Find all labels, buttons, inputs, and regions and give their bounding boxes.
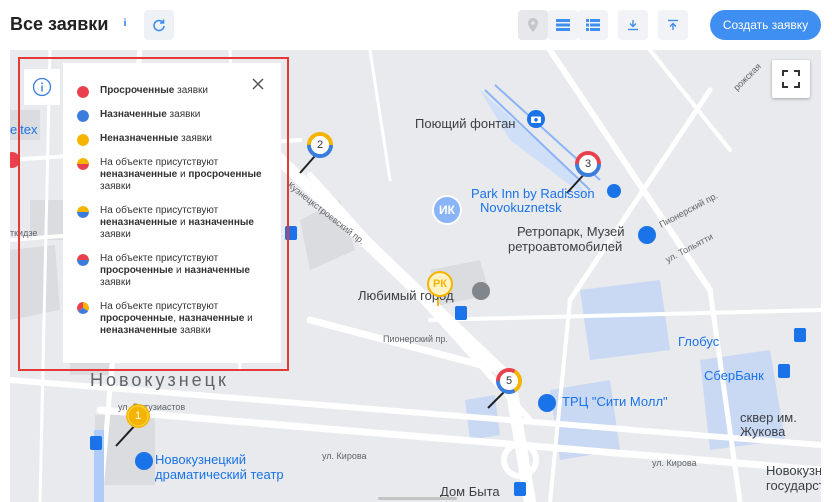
camera-icon[interactable]: [527, 110, 545, 128]
marker-3[interactable]: 3: [575, 151, 601, 177]
legend-info-button[interactable]: [24, 69, 60, 105]
marker-1-count: 1: [134, 410, 142, 422]
map-label-pioneer: Пионерский пр.: [383, 334, 448, 344]
detail-list-icon: [586, 19, 600, 31]
upload-button[interactable]: [658, 10, 688, 40]
legend-highlight: Просроченные заявки Назначенные заявки Н…: [18, 57, 289, 371]
map-view-button[interactable]: [518, 10, 548, 40]
map-label-square-2: Жукова: [740, 424, 786, 439]
horizontal-scrollbar[interactable]: [378, 497, 457, 500]
place-icon[interactable]: [472, 282, 490, 300]
map-label-hotel: Park Inn by Radisson: [471, 186, 595, 201]
list-view-button[interactable]: [548, 10, 578, 40]
map-label-hotel-2: Novokuznetsk: [480, 200, 562, 215]
map-label-retro: Ретропарк, Музей: [517, 224, 625, 239]
detail-list-button[interactable]: [578, 10, 608, 40]
bank-icon[interactable]: [778, 364, 790, 378]
create-request-button[interactable]: Создать заявку: [710, 10, 821, 40]
list-view-icon: [556, 19, 570, 31]
map-label-theatre-2: драматический театр: [155, 467, 284, 482]
theatre-icon[interactable]: [135, 452, 153, 470]
info-icon[interactable]: i: [118, 17, 132, 31]
legend-item-unassigned-overdue: На объекте присутствуют неназначенные и …: [77, 157, 270, 193]
refresh-icon: [153, 19, 165, 32]
pin-view-icon: [528, 18, 538, 32]
legend-text: На объекте присутствуют просроченные, на…: [100, 301, 253, 336]
marker-1[interactable]: 1: [125, 403, 151, 429]
fullscreen-icon: [782, 70, 800, 88]
overdue-dot-icon: [77, 86, 89, 98]
map-label-kirova: ул. Кирова: [322, 451, 367, 461]
map[interactable]: Поющий фонтан Park Inn by Radisson Novok…: [10, 50, 821, 502]
map-label-trc: ТРЦ "Сити Молл": [562, 394, 668, 409]
map-label-kirova-2: ул. Кирова: [652, 458, 697, 468]
map-label-fountain: Поющий фонтан: [415, 116, 516, 131]
map-label-city: Новокузнецк: [90, 370, 229, 390]
map-label-square: сквер им.: [740, 410, 797, 425]
download-icon: [628, 20, 638, 31]
shop-icon-dom-byta[interactable]: [514, 482, 526, 496]
legend-item-overdue: Просроченные заявки: [77, 85, 270, 98]
map-label-novokuz-right: Новокузнец: [766, 463, 821, 478]
legend-text: Назначенные заявки: [100, 109, 201, 120]
shop-icon[interactable]: [455, 306, 467, 320]
legend-text: На объекте присутствуют неназначенные и …: [100, 157, 262, 192]
assigned-dot-icon: [77, 110, 89, 122]
unassigned-dot-icon: [77, 134, 89, 146]
legend-item-assigned: Назначенные заявки: [77, 109, 270, 122]
fullscreen-button[interactable]: [772, 60, 810, 98]
map-label-novokuz-right-2: государств: [766, 478, 821, 493]
all-types-dot-icon: [77, 302, 89, 314]
marker-2[interactable]: 2: [307, 132, 333, 158]
page-title: Все заявки: [10, 14, 109, 34]
ik-pin[interactable]: ИК: [432, 195, 462, 225]
unassigned-assigned-dot-icon: [77, 206, 89, 218]
legend-text: Просроченные заявки: [100, 85, 208, 96]
info-icon: [32, 77, 52, 97]
hotel-icon[interactable]: [607, 184, 621, 198]
download-button[interactable]: [618, 10, 648, 40]
map-label-retro-2: ретроавтомобилей: [508, 239, 623, 254]
map-label-globus: Глобус: [678, 334, 720, 349]
museum-icon[interactable]: [638, 226, 656, 244]
legend-item-unassigned: Неназначенные заявки: [77, 133, 270, 146]
legend-item-all: На объекте присутствуют просроченные, на…: [77, 301, 270, 337]
toolbar: Все заявки i Создать заявку: [0, 0, 832, 50]
legend-item-overdue-assigned: На объекте присутствуют просроченные и н…: [77, 253, 270, 289]
marker-5[interactable]: 5: [496, 368, 522, 394]
overdue-assigned-dot-icon: [77, 254, 89, 266]
rk-pin[interactable]: РК: [427, 271, 453, 297]
legend-text: На объекте присутствуют просроченные и н…: [100, 253, 250, 288]
refresh-button[interactable]: [144, 10, 174, 40]
legend-panel: Просроченные заявки Назначенные заявки Н…: [63, 63, 281, 363]
mall-icon[interactable]: [538, 394, 556, 412]
map-label-sberbank: СберБанк: [704, 368, 764, 383]
marker-3-count: 3: [584, 158, 592, 170]
upload-icon: [668, 19, 678, 30]
legend-item-unassigned-assigned: На объекте присутствуют неназначенные и …: [77, 205, 270, 241]
marker-5-count: 5: [505, 375, 513, 387]
unassigned-overdue-dot-icon: [77, 158, 89, 170]
transit-icon-left[interactable]: [90, 436, 102, 450]
marker-2-count: 2: [316, 139, 324, 151]
legend-text: Неназначенные заявки: [100, 133, 213, 144]
map-label-theatre: Новокузнецкий: [155, 452, 246, 467]
shop-icon-globus[interactable]: [794, 328, 806, 342]
legend-text: На объекте присутствуют неназначенные и …: [100, 205, 254, 240]
